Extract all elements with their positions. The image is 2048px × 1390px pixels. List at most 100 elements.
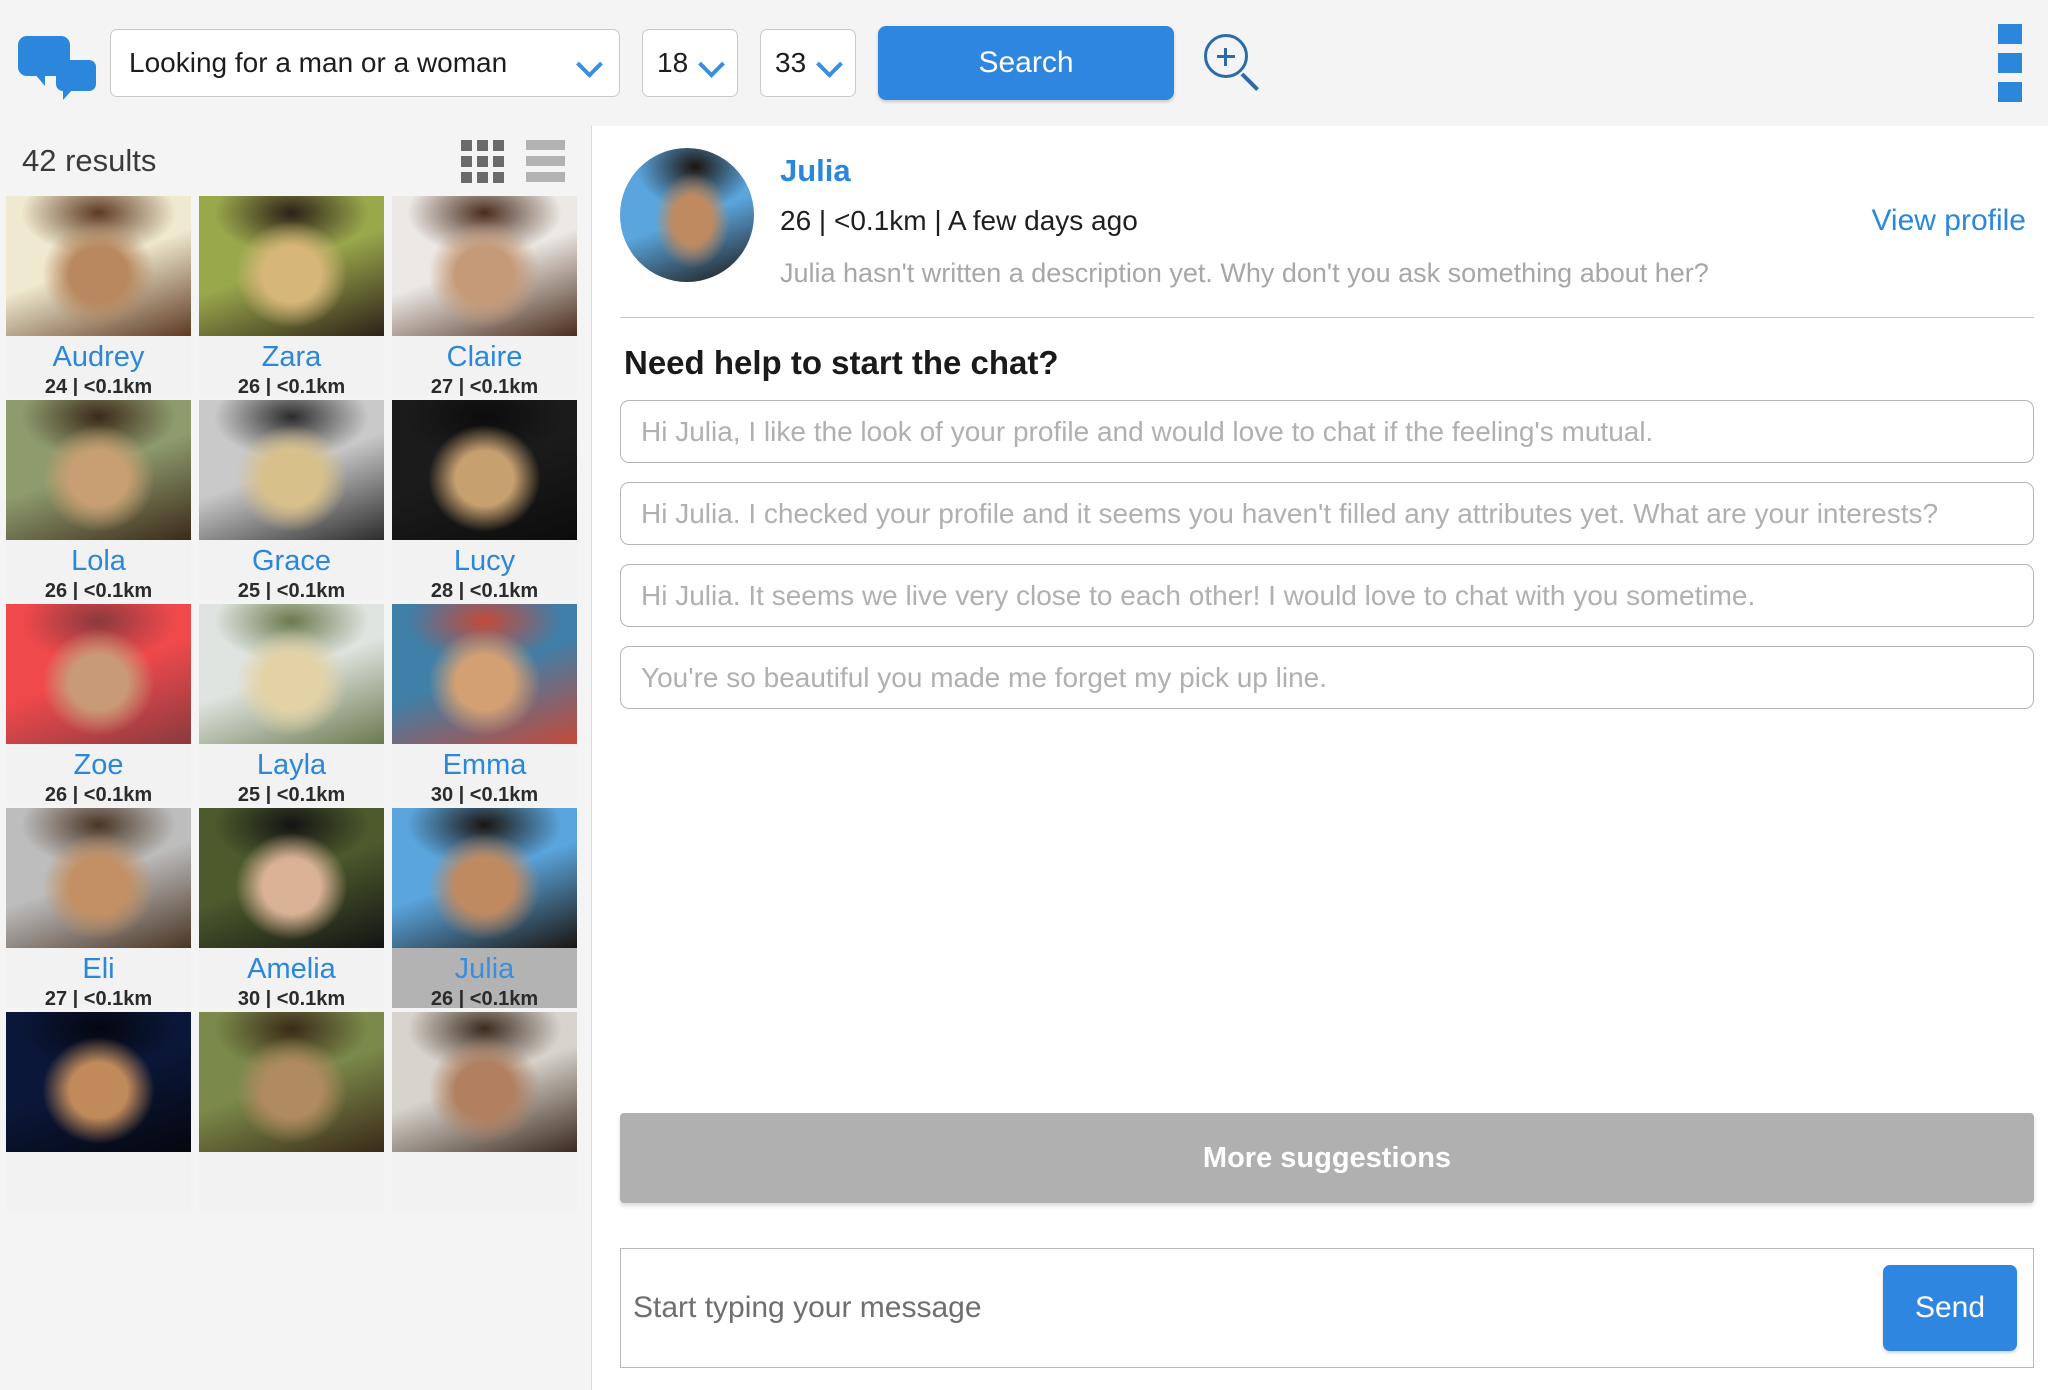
message-composer: Send	[620, 1248, 2034, 1368]
profile-card[interactable]: Layla 25 | <0.1km	[199, 604, 384, 804]
profile-card-meta: 26 | <0.1km	[430, 988, 539, 1008]
view-profile-link[interactable]: View profile	[1871, 204, 2034, 238]
chevron-down-icon	[699, 50, 725, 76]
avatar[interactable]	[620, 148, 754, 282]
app-root: Looking for a man or a woman 18 33 Searc…	[0, 0, 2048, 1390]
profile-photo	[6, 604, 191, 744]
profile-photo	[6, 1012, 191, 1152]
profile-meta: 26 | <0.1km | A few days ago	[780, 205, 1138, 236]
helper-title: Need help to start the chat?	[624, 344, 1059, 381]
chevron-down-icon	[577, 50, 603, 76]
results-toolbar: 42 results	[0, 126, 591, 196]
profile-card-name: Amelia	[247, 953, 336, 985]
profile-card-name	[392, 1152, 577, 1155]
profile-photo	[392, 604, 577, 744]
age-min-select[interactable]: 18	[642, 29, 738, 97]
profile-card[interactable]: Claire 27 | <0.1km	[392, 196, 577, 396]
profile-card-meta: 25 | <0.1km	[237, 580, 346, 600]
profile-card[interactable]: Julia 26 | <0.1km	[392, 808, 577, 1008]
profile-card-name: Eli	[82, 953, 115, 985]
profile-card[interactable]: Emma 30 | <0.1km	[392, 604, 577, 804]
grid-view-icon[interactable]	[461, 139, 504, 183]
profile-name[interactable]: Julia	[780, 152, 2034, 190]
suggestion-option[interactable]: You're so beautiful you made me forget m…	[620, 646, 2034, 709]
profile-card[interactable]: Amelia 30 | <0.1km	[199, 808, 384, 1008]
results-count: 42 results	[22, 143, 157, 178]
profile-card-meta: 28 | <0.1km	[430, 580, 539, 600]
profile-card[interactable]: Audrey 24 | <0.1km	[6, 196, 191, 396]
profile-card-meta: 27 | <0.1km	[430, 376, 539, 396]
suggestion-option[interactable]: Hi Julia, I like the look of your profil…	[620, 400, 2034, 463]
profile-card-name: Emma	[442, 749, 527, 781]
profile-card-meta: 24 | <0.1km	[44, 376, 153, 396]
list-view-icon[interactable]	[526, 140, 565, 182]
profile-header: Julia 26 | <0.1km | A few days ago View …	[620, 126, 2034, 289]
profile-card-name: Zara	[261, 341, 322, 373]
profile-card[interactable]: Zoe 26 | <0.1km	[6, 604, 191, 804]
top-toolbar: Looking for a man or a woman 18 33 Searc…	[0, 0, 2048, 126]
profile-card-name: Audrey	[52, 341, 145, 373]
flex-spacer	[620, 709, 2034, 1113]
body-area: 42 results Audrey 24 | <0.1km Zara 26 | <0.…	[0, 126, 2048, 1390]
profile-card[interactable]: Lucy 28 | <0.1km	[392, 400, 577, 600]
profile-card[interactable]: Eli 27 | <0.1km	[6, 808, 191, 1008]
profile-card[interactable]	[6, 1012, 191, 1212]
profile-photo	[392, 196, 577, 336]
search-button[interactable]: Search	[878, 26, 1174, 100]
profile-card[interactable]	[392, 1012, 577, 1212]
profile-card[interactable]: Zara 26 | <0.1km	[199, 196, 384, 396]
profile-photo	[199, 808, 384, 948]
profile-card-name: Zoe	[73, 749, 124, 781]
profile-card-name: Layla	[256, 749, 327, 781]
looking-for-value: Looking for a man or a woman	[129, 47, 508, 78]
looking-for-select[interactable]: Looking for a man or a woman	[110, 29, 620, 97]
profile-photo	[392, 808, 577, 948]
menu-dots-icon[interactable]	[1998, 24, 2022, 102]
profile-card[interactable]: Lola 26 | <0.1km	[6, 400, 191, 600]
profile-card-name: Claire	[446, 341, 523, 373]
profile-card-name: Grace	[252, 545, 331, 577]
age-max-value: 33	[775, 47, 807, 78]
more-suggestions-button[interactable]: More suggestions	[620, 1113, 2034, 1203]
profile-card-meta: 25 | <0.1km	[237, 784, 346, 804]
profile-photo	[392, 1012, 577, 1152]
suggestion-list: Hi Julia, I like the look of your profil…	[620, 400, 2034, 709]
profile-photo	[199, 400, 384, 540]
chevron-down-icon	[817, 50, 843, 76]
suggestion-option[interactable]: Hi Julia. I checked your profile and it …	[620, 482, 2034, 545]
magnifier-plus-icon[interactable]	[1202, 32, 1264, 94]
profile-card-name: Lola	[71, 545, 126, 577]
profile-card-meta: 26 | <0.1km	[44, 580, 153, 600]
message-input[interactable]	[633, 1291, 1883, 1325]
results-sidebar: 42 results Audrey 24 | <0.1km Zara 26 | <0.…	[0, 126, 592, 1390]
age-max-select[interactable]: 33	[760, 29, 856, 97]
profile-card-meta: 30 | <0.1km	[237, 988, 346, 1008]
profile-photo	[199, 1012, 384, 1152]
profile-description: Julia hasn't written a description yet. …	[780, 258, 1709, 288]
profile-card-name: Julia	[454, 953, 515, 985]
profile-photo	[6, 196, 191, 336]
profile-meta-row: 26 | <0.1km | A few days ago View profil…	[780, 204, 2034, 238]
profile-card-name: Lucy	[453, 545, 516, 577]
profile-photo	[199, 604, 384, 744]
chat-panel: Julia 26 | <0.1km | A few days ago View …	[592, 126, 2048, 1390]
suggestion-option[interactable]: Hi Julia. It seems we live very close to…	[620, 564, 2034, 627]
profile-photo	[392, 400, 577, 540]
age-min-value: 18	[657, 47, 689, 78]
profile-card-name	[199, 1152, 384, 1155]
profile-photo	[199, 196, 384, 336]
profile-card-meta: 26 | <0.1km	[237, 376, 346, 396]
header-divider	[620, 317, 2034, 318]
profile-card-meta: 30 | <0.1km	[430, 784, 539, 804]
profile-photo	[6, 400, 191, 540]
chat-bubbles-icon	[18, 32, 96, 100]
profile-card-meta: 26 | <0.1km	[44, 784, 153, 804]
profile-card-grid: Audrey 24 | <0.1km Zara 26 | <0.1km Claire 27…	[0, 196, 591, 1390]
send-button[interactable]: Send	[1883, 1265, 2017, 1351]
profile-card-name	[6, 1152, 191, 1155]
profile-card[interactable]	[199, 1012, 384, 1212]
profile-card-meta: 27 | <0.1km	[44, 988, 153, 1008]
profile-photo	[6, 808, 191, 948]
view-toggle-group	[461, 139, 565, 183]
profile-card[interactable]: Grace 25 | <0.1km	[199, 400, 384, 600]
